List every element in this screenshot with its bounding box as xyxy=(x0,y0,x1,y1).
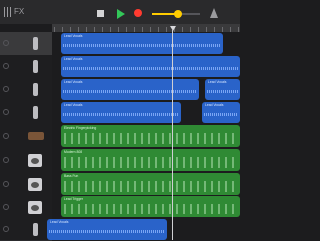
midi-region[interactable]: Bass Fun xyxy=(61,173,240,195)
track-settings-icon[interactable] xyxy=(3,86,9,92)
microphone-icon xyxy=(33,83,38,96)
audio-region[interactable]: Lead Vocals xyxy=(61,79,199,100)
ruler-tick xyxy=(102,27,103,32)
microphone-icon xyxy=(33,106,38,119)
record-button[interactable] xyxy=(134,9,142,17)
track-settings-icon[interactable] xyxy=(3,204,9,210)
ruler-tick xyxy=(166,27,167,32)
ruler-tick xyxy=(134,27,135,32)
ruler-tick xyxy=(198,27,199,32)
ruler-tick xyxy=(190,27,191,32)
ruler-tick xyxy=(222,27,223,32)
ruler-tick xyxy=(118,27,119,32)
track-header-8[interactable] xyxy=(0,196,52,219)
fx-button[interactable]: FX xyxy=(14,6,24,18)
master-volume-slider[interactable] xyxy=(152,10,200,18)
ruler-tick xyxy=(206,27,207,32)
drum-machine-icon xyxy=(28,154,42,167)
audio-region[interactable]: Lead Vocals xyxy=(61,56,240,77)
playhead-handle[interactable] xyxy=(170,26,176,31)
waveform xyxy=(204,112,238,116)
audio-region[interactable]: Lead Vocals xyxy=(61,33,223,54)
ruler-tick xyxy=(70,27,71,32)
microphone-icon xyxy=(33,60,38,73)
ruler-tick xyxy=(126,27,127,32)
track-settings-icon[interactable] xyxy=(3,133,9,139)
midi-region[interactable]: Modern 808 xyxy=(61,149,240,171)
microphone-icon xyxy=(33,37,38,50)
waveform xyxy=(63,89,197,93)
track-header-4[interactable] xyxy=(0,101,52,125)
track-header-5[interactable] xyxy=(0,124,52,149)
ruler-tick xyxy=(150,27,151,32)
audio-region[interactable]: Lead Vocals xyxy=(47,219,167,240)
track-header-7[interactable] xyxy=(0,172,52,197)
midi-notes xyxy=(64,181,237,192)
waveform xyxy=(63,66,238,70)
track-header-6[interactable] xyxy=(0,148,52,173)
audio-region[interactable]: Lead Vocals xyxy=(205,79,240,100)
audio-region[interactable]: Lead Vocals xyxy=(202,102,240,123)
drum-machine-icon xyxy=(28,201,42,214)
drum-machine-icon xyxy=(28,178,42,191)
midi-notes xyxy=(64,157,237,168)
ruler-tick xyxy=(62,27,63,32)
ruler-tick xyxy=(78,27,79,32)
ruler-tick xyxy=(182,27,183,32)
audio-region[interactable]: Lead Vocals xyxy=(61,102,181,123)
control-bar: FX xyxy=(0,0,240,24)
playhead-line xyxy=(172,30,173,240)
ruler-tick xyxy=(86,27,87,32)
play-button[interactable] xyxy=(117,9,125,19)
track-settings-icon[interactable] xyxy=(3,181,9,187)
track-header-1[interactable] xyxy=(0,32,52,56)
ruler-tick xyxy=(142,27,143,32)
track-settings-icon[interactable] xyxy=(3,40,9,46)
waveform xyxy=(49,229,165,233)
track-settings-icon[interactable] xyxy=(3,157,9,163)
metronome-icon[interactable] xyxy=(210,8,218,18)
timeline-ruler[interactable] xyxy=(52,24,240,32)
microphone-icon xyxy=(33,223,38,236)
waveform xyxy=(63,43,221,47)
ruler-tick xyxy=(214,27,215,32)
track-settings-icon[interactable] xyxy=(3,63,9,69)
keyboard-icon xyxy=(28,132,44,140)
mixer-icon[interactable] xyxy=(3,7,12,17)
waveform xyxy=(63,112,179,116)
midi-notes xyxy=(64,204,237,214)
ruler-tick xyxy=(110,27,111,32)
track-header-9[interactable] xyxy=(0,218,52,241)
midi-notes xyxy=(64,133,237,144)
midi-region[interactable]: Lead Trigger xyxy=(61,196,240,217)
volume-knob[interactable] xyxy=(174,10,183,18)
waveform xyxy=(207,89,238,93)
ruler-tick xyxy=(230,27,231,32)
ruler-tick xyxy=(94,27,95,32)
ruler-tick xyxy=(158,27,159,32)
stop-button[interactable] xyxy=(97,10,104,17)
ruler-tick xyxy=(54,27,55,32)
track-settings-icon[interactable] xyxy=(3,109,9,115)
ruler-tick xyxy=(238,27,239,32)
track-settings-icon[interactable] xyxy=(3,226,9,232)
track-header-3[interactable] xyxy=(0,78,52,102)
track-header-2[interactable] xyxy=(0,55,52,79)
midi-region[interactable]: Electric Fingerpicking xyxy=(61,125,240,147)
